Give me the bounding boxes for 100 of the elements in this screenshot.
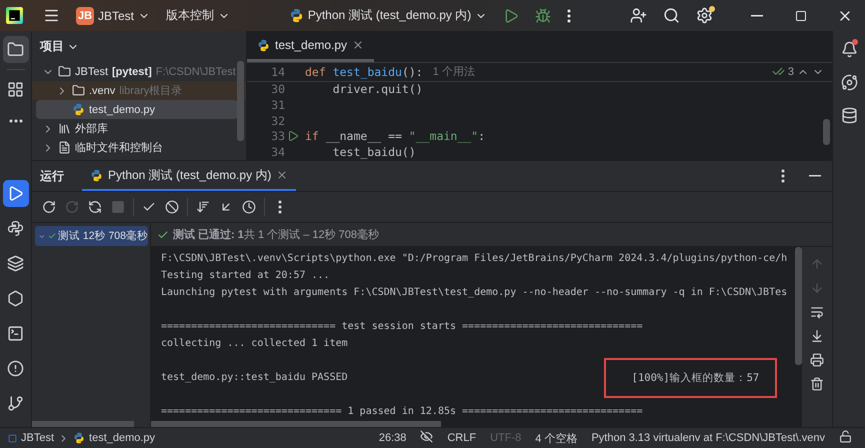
- status-item[interactable]: 26:38: [374, 432, 412, 444]
- console-line: collecting ... collected 1 item: [161, 338, 348, 349]
- minimize-icon: [751, 14, 764, 16]
- ban-icon: [165, 200, 179, 214]
- spiral-icon: [840, 74, 858, 91]
- folder-icon: [7, 41, 24, 58]
- tree-item[interactable]: test_demo.py: [36, 100, 238, 119]
- hexagon-icon: [7, 290, 24, 307]
- code-line: if __name__ == "__main__":: [304, 129, 486, 144]
- line-number: 34: [270, 145, 285, 160]
- python-icon: [7, 220, 24, 237]
- tree-item[interactable]: .venv library根目录: [32, 81, 246, 100]
- item-label: test_demo.py: [89, 104, 156, 116]
- test-label: 测试 12秒 708毫秒: [58, 229, 148, 243]
- item-label: 临时文件和控制台: [75, 140, 163, 155]
- usage-hint: 1 个用法: [432, 65, 475, 80]
- line-number: 30: [270, 82, 285, 96]
- run-tool-button[interactable]: [2, 180, 28, 207]
- status-item[interactable]: CRLF: [442, 432, 482, 444]
- highlighted-output: [100%]输入框的数量：57: [604, 358, 778, 398]
- project-button[interactable]: JB JBTest: [70, 2, 156, 28]
- scrollbar-thumb[interactable]: [32, 421, 134, 427]
- scrollbar-thumb[interactable]: [823, 119, 830, 145]
- test-summary: 测试 已通过: 1共 1 个测试 – 12秒 708毫秒: [173, 228, 380, 242]
- line-number: 31: [270, 98, 285, 112]
- console-line: Testing started at 20:57 ...: [161, 270, 330, 281]
- code-line: driver.quit(): [332, 82, 423, 96]
- app-logo-icon[interactable]: [6, 7, 23, 24]
- project-name: JBTest: [98, 8, 134, 22]
- item-label: JBTest: [75, 66, 108, 78]
- more-icon: [781, 169, 785, 183]
- item-tag: [pytest]: [112, 66, 152, 78]
- rerun-icon: [42, 200, 56, 214]
- console-line: ============================== 1 passed in 12.85s ==============================: [161, 406, 643, 417]
- console-line: ============================= test session starts ==============================: [161, 321, 643, 332]
- python-file-icon: [257, 38, 270, 52]
- project-badge: JB: [76, 6, 94, 24]
- tree-item[interactable]: 临时文件和控制台: [32, 138, 246, 157]
- scrollbar-thumb[interactable]: [795, 247, 802, 365]
- run-configuration-label: Python 测试 (test_demo.py 内): [308, 7, 472, 24]
- folder-icon: [58, 65, 71, 78]
- line-number: 33: [270, 129, 285, 144]
- more-icon: [278, 200, 282, 214]
- tree-item[interactable]: 外部库: [32, 119, 246, 138]
- alert-icon: [7, 360, 24, 377]
- code-line: def test_baidu():: [304, 64, 423, 79]
- panel-title: 运行: [40, 168, 65, 184]
- printer-icon: [810, 353, 824, 367]
- soft-wrap-icon: [810, 305, 824, 319]
- line-number: 14: [270, 64, 285, 79]
- database-icon: [840, 107, 858, 124]
- bug-icon: [535, 8, 552, 24]
- grid-icon: [7, 81, 24, 98]
- update-dot: [709, 6, 716, 12]
- user-plus-icon: [630, 7, 648, 24]
- item-note: library根目录: [119, 84, 182, 98]
- module-icon: [8, 434, 17, 442]
- play-icon: [503, 8, 520, 24]
- sort-icon: [196, 200, 210, 214]
- search-icon: [663, 7, 680, 24]
- vcs-menu-button[interactable]: 版本控制: [160, 2, 236, 28]
- test-tree-item[interactable]: 测试 12秒 708毫秒: [35, 226, 148, 246]
- eye-off-icon: [420, 430, 434, 443]
- scroll-to-end-icon: [810, 329, 824, 343]
- clock-icon: [242, 200, 256, 214]
- status-item[interactable]: Python 3.13 virtualenv at F:\CSDN\JBTest\.venv: [586, 432, 830, 444]
- tab-label: test_demo.py: [275, 38, 348, 52]
- run-configuration-button[interactable]: Python 测试 (test_demo.py 内): [282, 2, 494, 28]
- maximize-icon: [795, 10, 808, 22]
- menu-icon: [43, 7, 60, 24]
- breadcrumb[interactable]: test_demo.py: [89, 432, 156, 444]
- folder-icon: [72, 84, 85, 97]
- python-icon: [288, 8, 304, 23]
- project-view-selector[interactable]: 项目: [40, 38, 79, 55]
- tab-label: Python 测试 (test_demo.py 内): [108, 166, 272, 184]
- tree-item[interactable]: JBTest [pytest] F:\CSDN\JBTest: [32, 62, 246, 81]
- stop-icon: [111, 200, 125, 214]
- project-tool-button[interactable]: [2, 36, 28, 63]
- close-icon[interactable]: [276, 169, 288, 181]
- notification-dot: [852, 39, 858, 45]
- scratch-file-icon: [58, 141, 71, 154]
- trash-icon: [810, 377, 824, 391]
- breadcrumb[interactable]: JBTest: [21, 432, 54, 444]
- python-icon: [90, 168, 103, 182]
- layers-icon: [7, 255, 24, 272]
- scrollbar-thumb[interactable]: [151, 421, 441, 427]
- minimize-icon: [809, 175, 821, 177]
- item-note: F:\CSDN\JBTest: [156, 66, 236, 78]
- library-icon: [58, 122, 71, 135]
- more-icon: [567, 8, 572, 22]
- run-gutter-icon[interactable]: [287, 130, 299, 142]
- bell-icon: [840, 41, 858, 58]
- scrollbar-thumb[interactable]: [237, 61, 244, 141]
- play-icon: [7, 185, 24, 202]
- run-tab[interactable]: Python 测试 (test_demo.py 内): [82, 161, 296, 191]
- close-icon[interactable]: [352, 39, 364, 51]
- inspection-count: 3: [788, 66, 794, 78]
- more-icon: [8, 118, 22, 122]
- unlocked-icon: [839, 430, 852, 443]
- status-item[interactable]: 4 个空格: [530, 430, 582, 446]
